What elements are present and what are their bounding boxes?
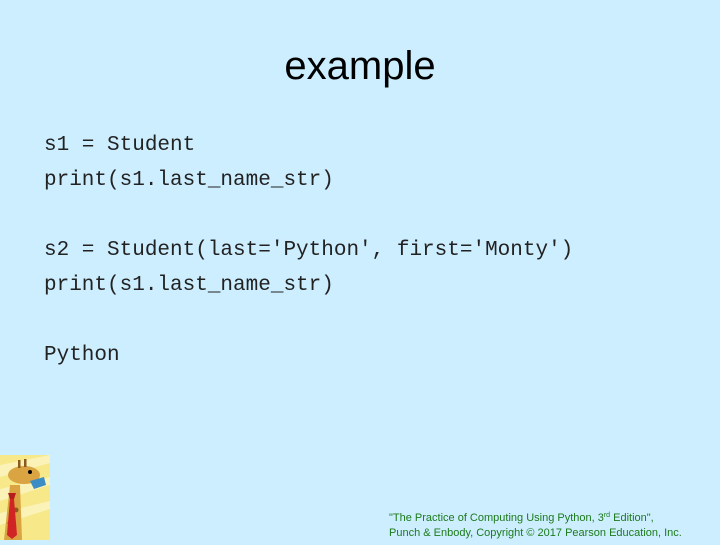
code-line: print(s1.last_name_str) (44, 274, 334, 297)
slide: example s1 = Student print(s1.last_name_… (0, 0, 720, 540)
code-line: s2 = Student(last='Python', first='Monty… (44, 239, 574, 262)
code-block: s1 = Student print(s1.last_name_str) s2 … (44, 128, 573, 373)
slide-title: example (284, 44, 436, 88)
code-line: print(s1.last_name_str) (44, 169, 334, 192)
footer-line2: Punch & Enbody, Copyright © 2017 Pearson… (389, 527, 682, 539)
giraffe-icon (0, 455, 50, 540)
code-line: s1 = Student (44, 134, 196, 157)
copyright-footer: "The Practice of Computing Using Python,… (389, 508, 682, 541)
program-output: Python (44, 344, 120, 367)
footer-line1: "The Practice of Computing Using Python,… (389, 512, 654, 524)
